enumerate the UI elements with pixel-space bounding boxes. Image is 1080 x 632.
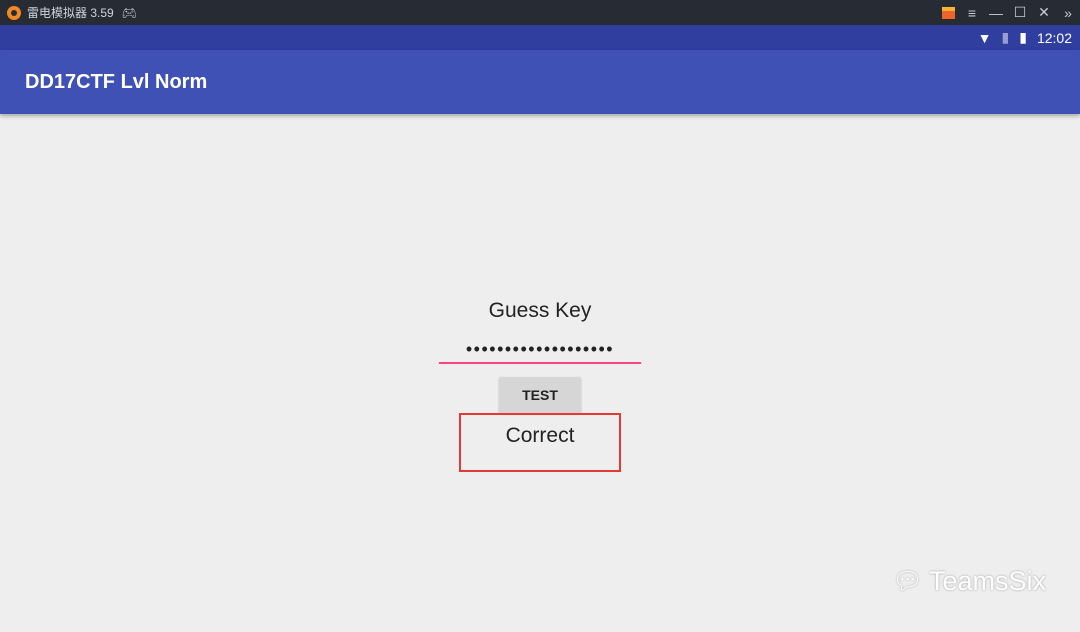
minimize-icon[interactable]: — [984,5,1008,21]
app-bar: DD17CTF Lvl Norm [0,50,1080,114]
close-icon[interactable]: ✕ [1032,4,1056,21]
wechat-icon: 💬︎ [892,568,923,595]
emulator-logo-icon [7,5,21,20]
watermark-text: TeamsSix [928,566,1046,596]
gamepad-icon[interactable]: 🎮︎ [122,6,137,20]
android-status-bar: ▼ ▮ ▮ 12:02 [0,25,1080,50]
no-sim-icon: ▮ [1001,29,1010,45]
highlight-box [459,413,621,472]
menu-icon[interactable]: ≡ [960,5,984,21]
emulator-titlebar: 雷电模拟器 3.59 🎮︎ ≡ — ☐ ✕ » [0,0,1080,25]
guess-key-label: Guess Key [488,299,592,322]
wifi-icon: ▼ [977,29,992,46]
expand-sidebar-icon[interactable]: » [1056,5,1080,21]
test-button[interactable]: TEST [499,377,581,413]
maximize-icon[interactable]: ☐ [1008,4,1032,21]
key-password-input[interactable]: ••••••••••••••••••• [439,336,641,364]
gift-icon[interactable] [936,6,960,19]
app-title: DD17CTF Lvl Norm [25,70,208,93]
watermark: 💬︎ TeamsSix [893,566,1047,597]
battery-icon: ▮ [1019,29,1027,45]
window-title: 雷电模拟器 3.59 [27,6,114,20]
status-time: 12:02 [1036,29,1072,46]
